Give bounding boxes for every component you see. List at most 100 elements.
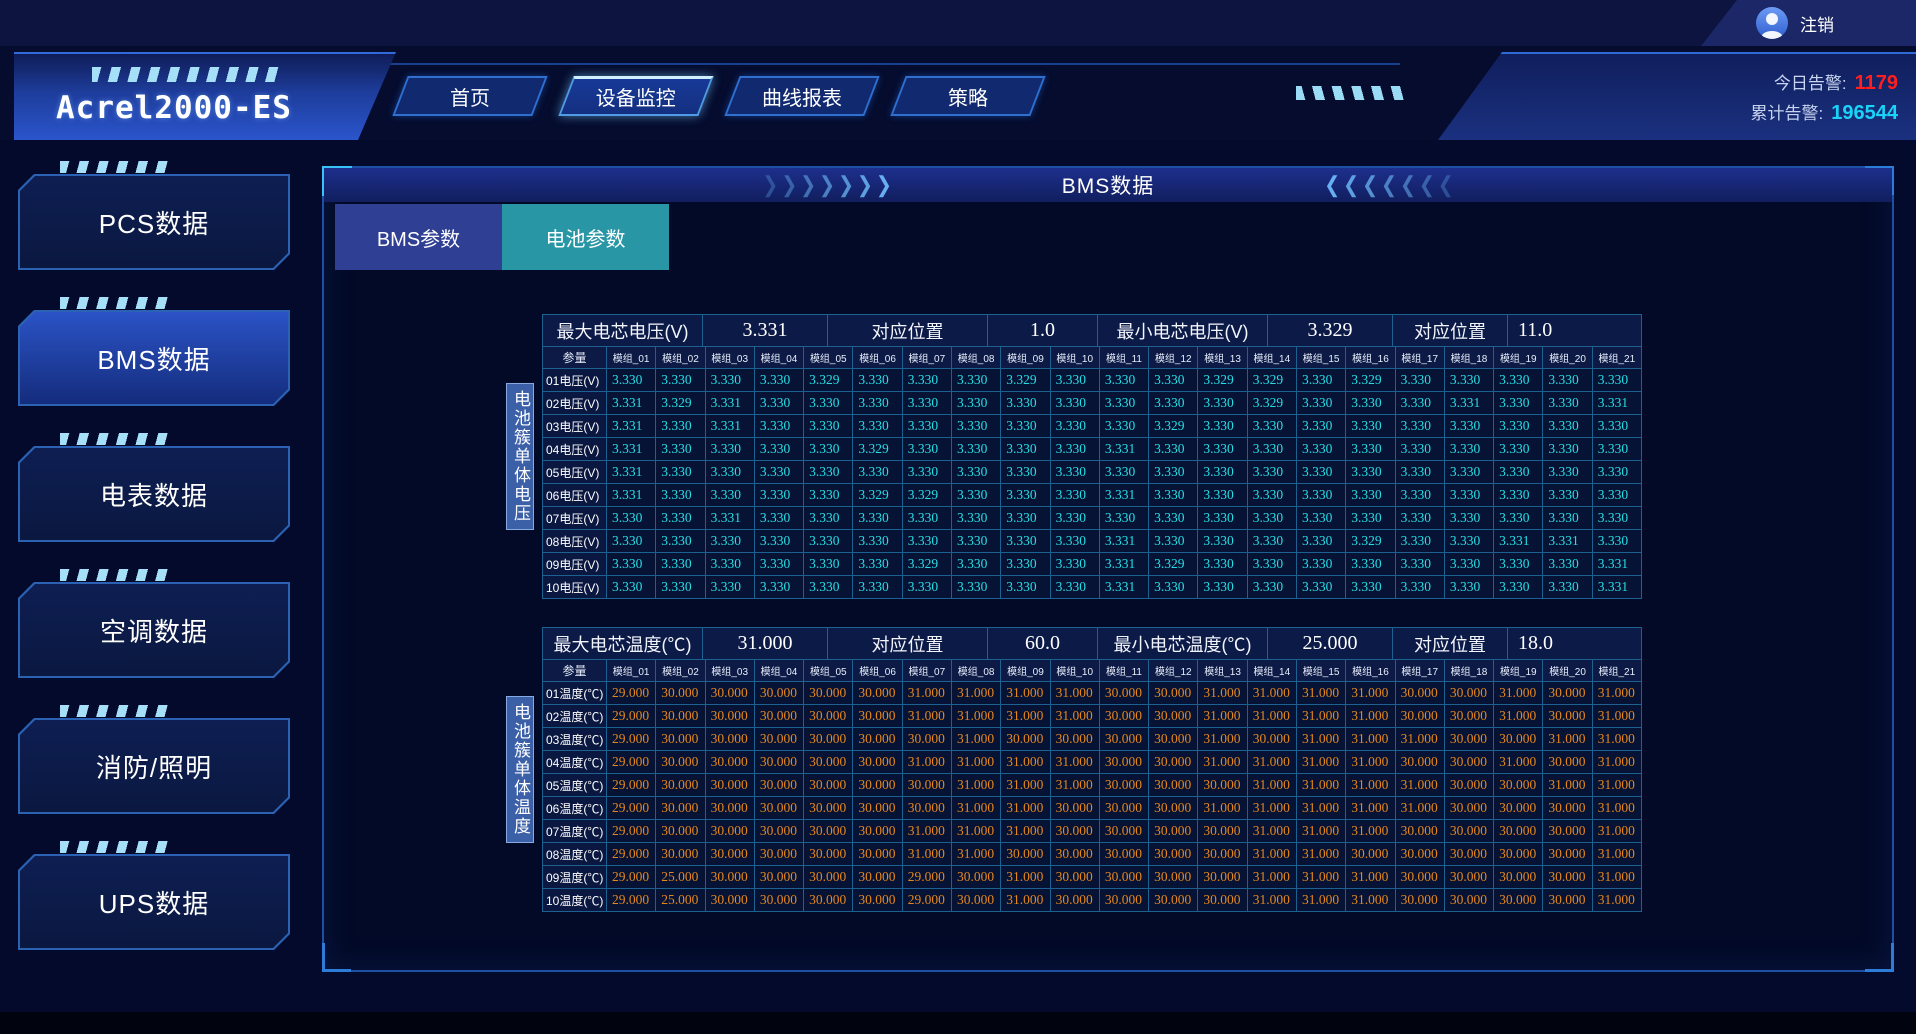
value-cell: 31.000 <box>1001 774 1050 797</box>
value-cell: 30.000 <box>1445 843 1494 866</box>
value-cell: 3.330 <box>755 507 804 530</box>
chevron-left-icon: ❮ <box>1324 174 1340 196</box>
nav-tab-strategy[interactable]: 策略 <box>890 76 1045 116</box>
row-label: 02温度(℃) <box>543 705 607 728</box>
hazard-stripes-icon <box>92 67 282 82</box>
value-cell: 3.330 <box>1593 369 1642 392</box>
value-cell: 30.000 <box>1001 728 1050 751</box>
value-cell: 30.000 <box>804 820 853 843</box>
header-cell: 模组_14 <box>1248 660 1297 682</box>
value-cell: 31.000 <box>1297 866 1346 889</box>
sidebar-item-aircon-data[interactable]: 空调数据 <box>18 582 290 678</box>
value-cell: 30.000 <box>656 751 705 774</box>
header-cell: 模组_16 <box>1346 347 1395 369</box>
value-cell: 3.330 <box>1051 507 1100 530</box>
value-cell: 30.000 <box>706 889 755 912</box>
temperature-table: 最大电芯温度(℃)31.000对应位置60.0最小电芯温度(℃)25.000对应… <box>542 627 1642 912</box>
chevron-right-icon: ❯ <box>876 174 892 196</box>
value-cell: 3.330 <box>1051 553 1100 576</box>
value-cell: 3.330 <box>1543 369 1592 392</box>
value-cell: 3.329 <box>1248 392 1297 415</box>
value-cell: 3.330 <box>1001 438 1050 461</box>
sidebar-item-bms-data[interactable]: BMS数据 <box>18 310 290 406</box>
value-cell: 31.000 <box>1248 774 1297 797</box>
value-cell: 31.000 <box>952 774 1001 797</box>
tab-bms-params[interactable]: BMS参数 <box>335 204 502 270</box>
value-cell: 3.331 <box>1543 530 1592 553</box>
sidebar-item-meter-data[interactable]: 电表数据 <box>18 446 290 542</box>
nav-tab-home[interactable]: 首页 <box>392 76 547 116</box>
sidebar-item-ups-data[interactable]: UPS数据 <box>18 854 290 950</box>
value-cell: 3.330 <box>952 461 1001 484</box>
value-cell: 3.330 <box>804 415 853 438</box>
value-cell: 25.000 <box>656 889 705 912</box>
value-cell: 31.000 <box>1001 797 1050 820</box>
value-cell: 3.330 <box>1593 530 1642 553</box>
value-cell: 30.000 <box>1445 728 1494 751</box>
sidebar-item-fire-lighting[interactable]: 消防/照明 <box>18 718 290 814</box>
value-cell: 31.000 <box>1297 728 1346 751</box>
value-cell: 3.330 <box>1198 507 1247 530</box>
hazard-stripes-icon <box>60 569 168 581</box>
value-cell: 3.330 <box>1445 461 1494 484</box>
value-cell: 3.330 <box>1001 576 1050 599</box>
value-cell: 3.329 <box>1198 369 1247 392</box>
value-cell: 30.000 <box>656 682 705 705</box>
sidebar-item-pcs-data[interactable]: PCS数据 <box>18 174 290 270</box>
summary-label: 对应位置 <box>1393 628 1508 659</box>
value-cell: 30.000 <box>1494 797 1543 820</box>
header-cell: 模组_16 <box>1346 660 1395 682</box>
value-cell: 30.000 <box>804 751 853 774</box>
value-cell: 29.000 <box>607 843 656 866</box>
row-label: 03温度(℃) <box>543 728 607 751</box>
logout-button[interactable]: 注销 <box>1701 0 1916 46</box>
row-label: 07温度(℃) <box>543 820 607 843</box>
value-cell: 3.331 <box>1494 530 1543 553</box>
nav-tab-device-monitoring[interactable]: 设备监控 <box>558 76 713 116</box>
value-cell: 31.000 <box>952 728 1001 751</box>
header-cell: 模组_10 <box>1051 660 1100 682</box>
value-cell: 3.330 <box>1198 438 1247 461</box>
header-cell: 模组_09 <box>1001 660 1050 682</box>
value-cell: 30.000 <box>1248 728 1297 751</box>
value-cell: 3.330 <box>1445 438 1494 461</box>
header-cell: 模组_17 <box>1396 660 1445 682</box>
header-cell: 模组_21 <box>1593 660 1642 682</box>
value-cell: 30.000 <box>1543 705 1592 728</box>
value-cell: 3.330 <box>1297 392 1346 415</box>
nav-tab-label: 首页 <box>402 78 538 114</box>
header-cell: 模组_15 <box>1297 347 1346 369</box>
nav-tab-curve-report[interactable]: 曲线报表 <box>724 76 879 116</box>
value-cell: 29.000 <box>607 774 656 797</box>
value-cell: 31.000 <box>1051 705 1100 728</box>
value-cell: 3.329 <box>853 438 902 461</box>
value-cell: 30.000 <box>656 797 705 820</box>
sidebar-item-label: 空调数据 <box>100 612 208 649</box>
value-cell: 30.000 <box>1149 889 1198 912</box>
value-cell: 3.330 <box>1494 461 1543 484</box>
value-cell: 3.330 <box>1248 484 1297 507</box>
value-cell: 3.330 <box>952 576 1001 599</box>
value-cell: 3.330 <box>1198 415 1247 438</box>
value-cell: 30.000 <box>1494 889 1543 912</box>
value-cell: 30.000 <box>706 797 755 820</box>
sidebar: PCS数据 BMS数据电表数据空调数据消防/照明 UPS数据 <box>18 174 290 990</box>
value-cell: 3.330 <box>804 576 853 599</box>
value-cell: 3.330 <box>952 530 1001 553</box>
summary-value: 3.329 <box>1268 315 1393 346</box>
value-cell: 30.000 <box>1198 774 1247 797</box>
value-cell: 3.330 <box>1396 392 1445 415</box>
value-cell: 31.000 <box>952 797 1001 820</box>
value-cell: 31.000 <box>1297 820 1346 843</box>
value-cell: 3.330 <box>1149 369 1198 392</box>
value-cell: 3.330 <box>656 507 705 530</box>
value-cell: 3.330 <box>1001 484 1050 507</box>
hazard-stripes-icon <box>60 161 168 173</box>
value-cell: 31.000 <box>952 751 1001 774</box>
value-cell: 3.330 <box>1445 530 1494 553</box>
tab-battery-params[interactable]: 电池参数 <box>502 204 669 270</box>
header-cell: 模组_07 <box>903 660 952 682</box>
value-cell: 30.000 <box>952 866 1001 889</box>
value-cell: 30.000 <box>903 774 952 797</box>
header-cell: 模组_03 <box>706 660 755 682</box>
